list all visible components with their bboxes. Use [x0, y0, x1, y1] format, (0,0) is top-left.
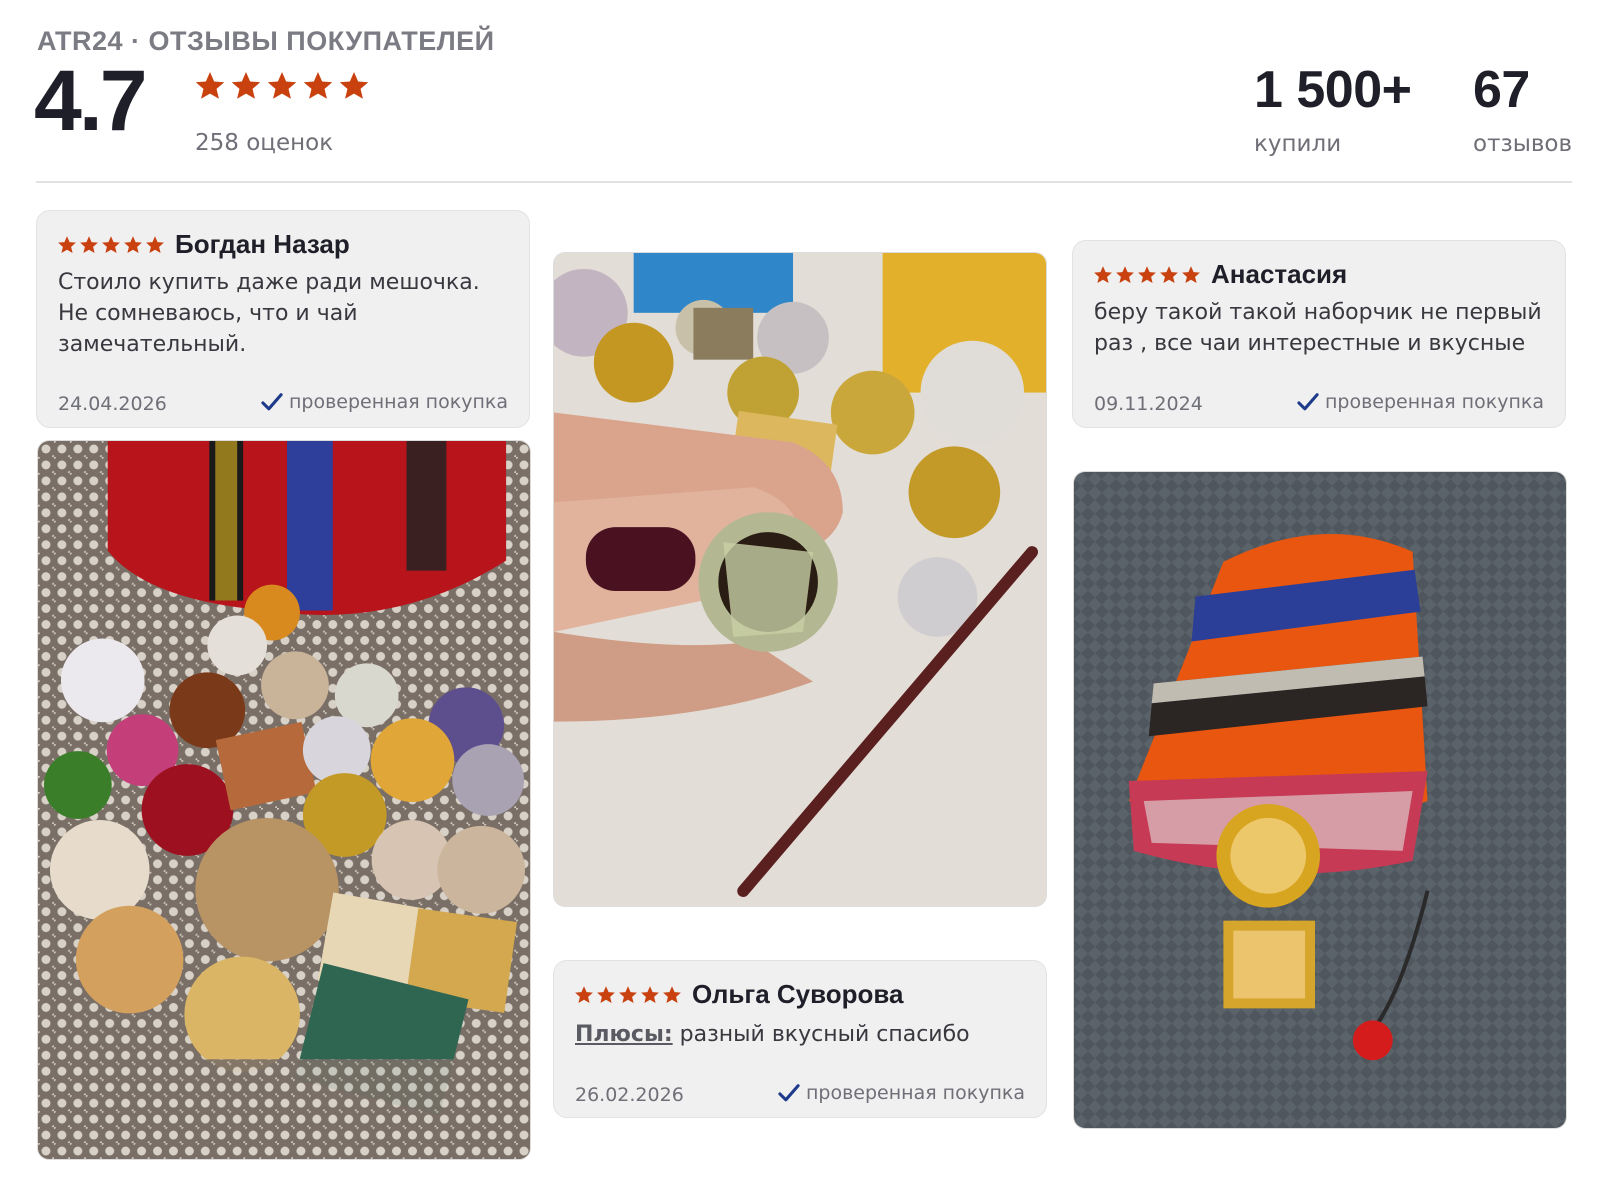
review-stars	[574, 985, 682, 1005]
stat-bought: 1 500+ купили	[1254, 64, 1412, 157]
review-text: Стоило купить даже ради мешочка. Не сомн…	[58, 270, 480, 357]
star-icon	[1137, 265, 1157, 285]
verified-label: проверенная покупка	[805, 1082, 1025, 1104]
overall-rating: 4.7	[34, 53, 148, 149]
header-divider	[36, 181, 1572, 183]
ratings-count: 258 оценок	[195, 130, 334, 156]
star-icon	[338, 70, 370, 102]
verified-purchase: проверенная покупка	[1297, 391, 1544, 413]
star-icon	[194, 70, 226, 102]
review-text: Плюсы: разный вкусный спасибо	[575, 1019, 1026, 1050]
check-icon	[1297, 392, 1319, 412]
review-card[interactable]: Богдан Назар Стоило купить даже ради меш…	[36, 210, 530, 428]
verified-label: проверенная покупка	[1324, 391, 1544, 413]
stat-bought-value: 1 500+	[1254, 61, 1412, 119]
star-icon	[101, 235, 121, 255]
review-stars	[57, 235, 165, 255]
stat-reviews-value: 67	[1473, 61, 1530, 119]
star-icon	[662, 985, 682, 1005]
review-date: 26.02.2026	[575, 1084, 684, 1106]
star-icon	[1093, 265, 1113, 285]
overall-rating-stars	[194, 70, 370, 102]
star-icon	[640, 985, 660, 1005]
stat-reviews-label: отзывов	[1473, 131, 1573, 157]
star-icon	[574, 985, 594, 1005]
reviewer-name: Анастасия	[1211, 259, 1348, 289]
star-icon	[1115, 265, 1135, 285]
review-stars	[1093, 265, 1201, 285]
star-icon	[302, 70, 334, 102]
star-icon	[230, 70, 262, 102]
star-icon	[123, 235, 143, 255]
star-icon	[57, 235, 77, 255]
star-icon	[266, 70, 298, 102]
review-card[interactable]: Анастасия беру такой такой наборчик не п…	[1072, 240, 1566, 428]
star-icon	[1181, 265, 1201, 285]
stat-reviews: 67 отзывов	[1473, 64, 1572, 157]
reviewer-name: Богдан Назар	[175, 229, 350, 259]
review-date: 09.11.2024	[1094, 393, 1203, 415]
verified-purchase: проверенная покупка	[261, 391, 508, 413]
star-icon	[145, 235, 165, 255]
review-photo[interactable]	[37, 440, 531, 1160]
verified-label: проверенная покупка	[288, 391, 508, 413]
review-card[interactable]: Ольга Суворова Плюсы: разный вкусный спа…	[553, 960, 1047, 1118]
pros-text: разный вкусный спасибо	[672, 1022, 970, 1047]
star-icon	[1159, 265, 1179, 285]
reviewer-name: Ольга Суворова	[692, 979, 904, 1009]
check-icon	[261, 392, 283, 412]
star-icon	[79, 235, 99, 255]
stat-bought-label: купили	[1254, 131, 1342, 157]
star-icon	[596, 985, 616, 1005]
review-photo[interactable]	[1073, 471, 1567, 1129]
verified-purchase: проверенная покупка	[778, 1082, 1025, 1104]
review-photo[interactable]	[553, 252, 1047, 907]
pros-label: Плюсы:	[575, 1022, 673, 1047]
review-text: беру такой такой наборчик не первый раз …	[1094, 300, 1542, 356]
review-date: 24.04.2026	[58, 393, 167, 415]
check-icon	[778, 1083, 800, 1103]
star-icon	[618, 985, 638, 1005]
